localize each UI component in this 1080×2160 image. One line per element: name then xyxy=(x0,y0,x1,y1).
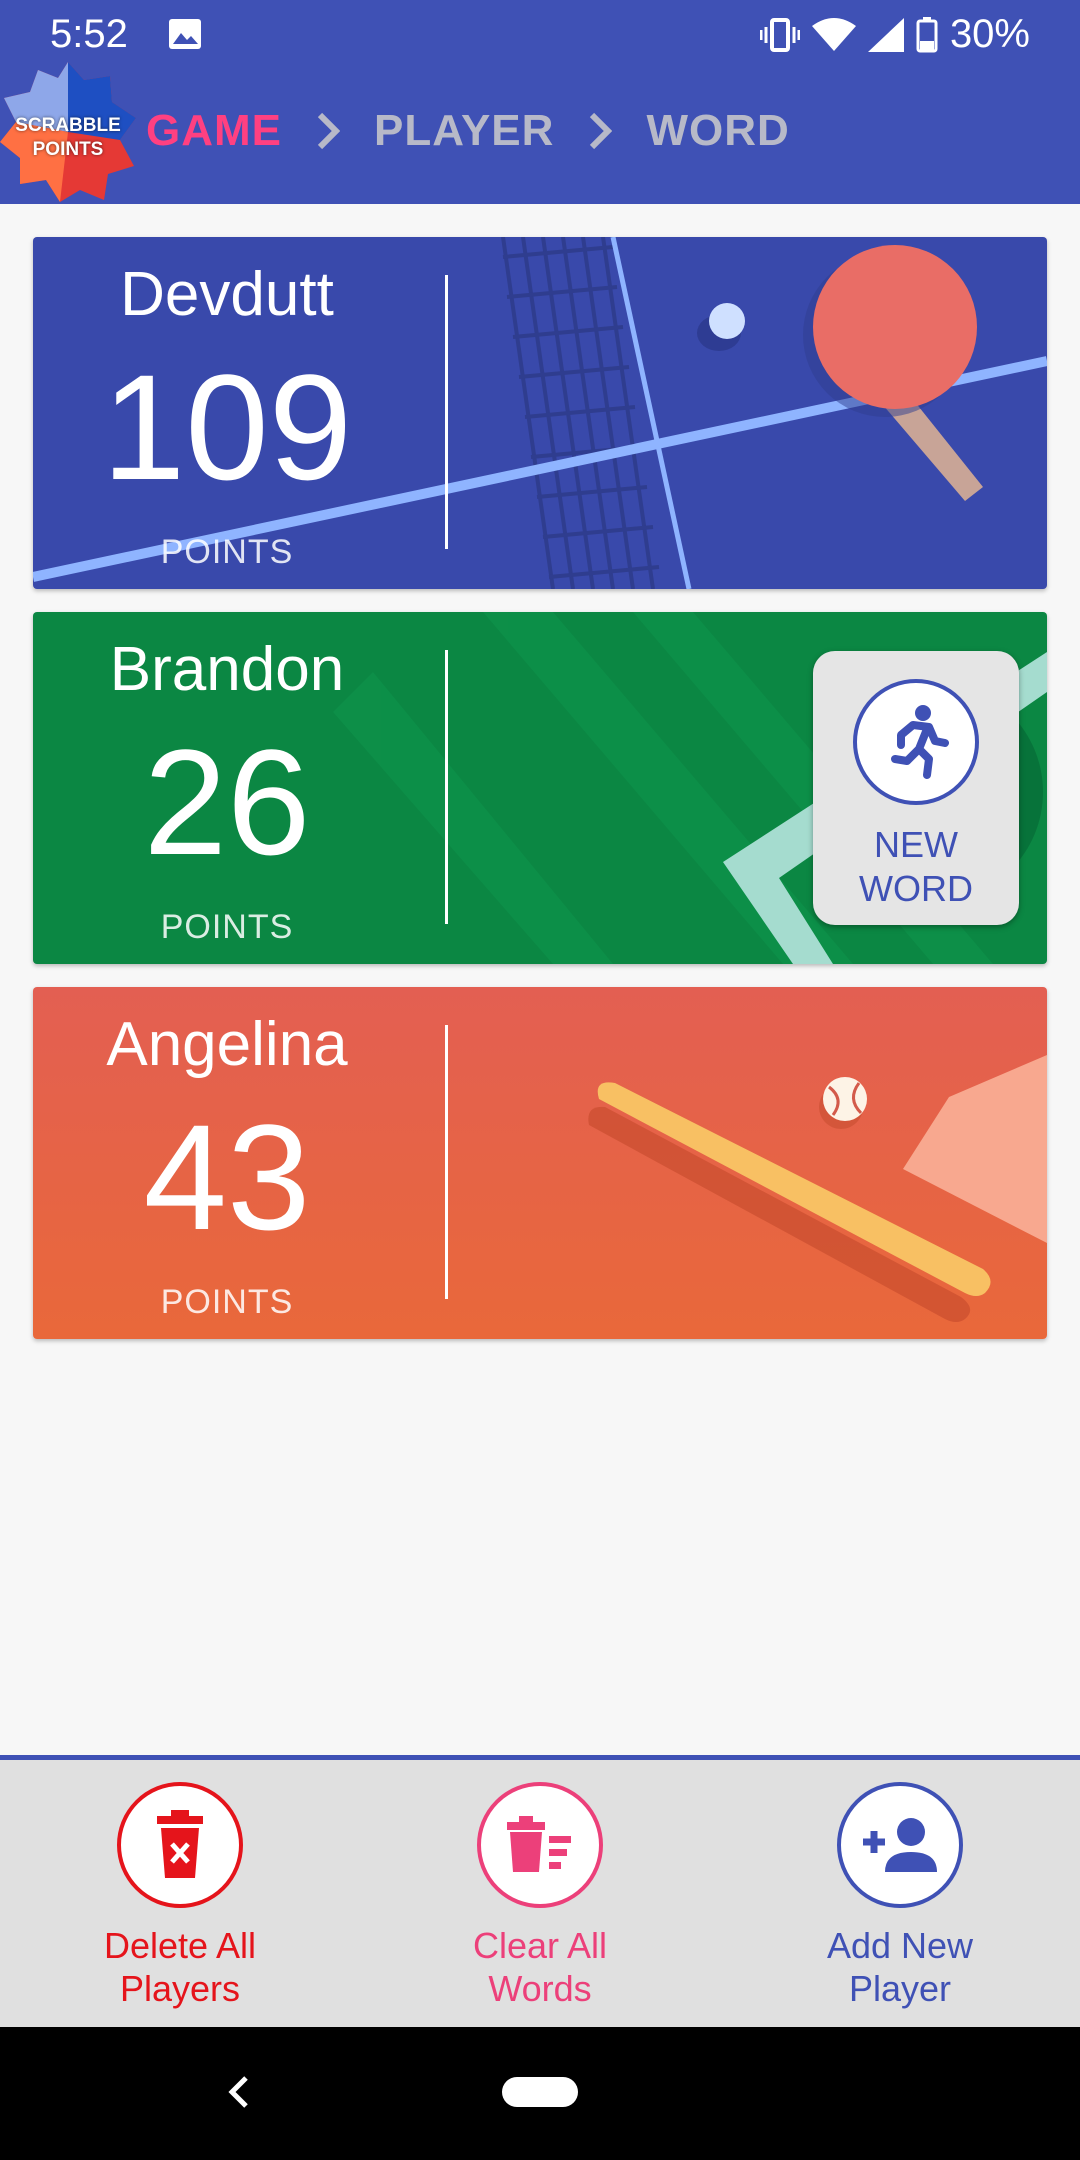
clear-list-icon xyxy=(477,1782,603,1908)
chevron-right-icon xyxy=(317,112,340,150)
player-name: Devdutt xyxy=(120,260,334,329)
add-new-player-button[interactable]: Add New Player xyxy=(750,1782,1050,2010)
player-score: 43 xyxy=(143,1093,311,1261)
add-person-icon xyxy=(837,1782,963,1908)
back-icon[interactable] xyxy=(226,2072,250,2112)
divider xyxy=(445,1025,448,1299)
chevron-right-icon xyxy=(590,112,613,150)
player-score: 26 xyxy=(143,718,311,886)
delete-all-players-label: Delete All Players xyxy=(103,1925,257,2009)
image-icon xyxy=(169,19,201,49)
player-score: 109 xyxy=(101,343,353,511)
delete-all-players-button[interactable]: Delete All Players xyxy=(30,1782,330,2010)
breadcrumb-player[interactable]: PLAYER xyxy=(374,106,554,156)
logo-text: SCRABBLE POINTS xyxy=(15,115,121,160)
signal-icon xyxy=(867,17,904,52)
bottom-action-bar: Delete All Players Clear All Words Add N… xyxy=(0,1755,1080,2027)
points-label: POINTS xyxy=(160,533,294,571)
breadcrumb: GAME PLAYER WORD xyxy=(146,106,790,156)
running-person-icon xyxy=(853,679,979,805)
breadcrumb-word[interactable]: WORD xyxy=(646,106,789,156)
app-bar: 5:52 30% SCRABBLE POINTS GAME PLAYER WOR… xyxy=(0,0,1080,204)
points-label: POINTS xyxy=(160,908,294,946)
clear-all-words-button[interactable]: Clear All Words xyxy=(390,1782,690,2010)
player-name: Brandon xyxy=(109,635,345,704)
player-card[interactable]: Brandon 26 POINTS NEW WORD xyxy=(33,612,1047,964)
divider xyxy=(445,275,448,549)
breadcrumb-game[interactable]: GAME xyxy=(146,106,282,156)
battery-icon xyxy=(916,16,938,52)
status-bar: 5:52 30% xyxy=(0,0,1080,70)
battery-percent: 30% xyxy=(949,12,1030,56)
new-word-button[interactable]: NEW WORD xyxy=(813,651,1019,925)
clear-all-words-label: Clear All Words xyxy=(472,1925,608,2009)
player-card[interactable]: Angelina 43 POINTS xyxy=(33,987,1047,1339)
vibrate-icon xyxy=(759,17,800,52)
status-icons: 30% xyxy=(759,12,1030,57)
wifi-icon xyxy=(811,17,856,51)
status-time: 5:52 xyxy=(50,12,128,56)
new-word-label: NEW WORD xyxy=(859,824,973,909)
app-logo[interactable]: SCRABBLE POINTS xyxy=(0,62,136,202)
add-new-player-label: Add New Player xyxy=(826,1925,974,2009)
points-label: POINTS xyxy=(160,1283,294,1321)
player-name: Angelina xyxy=(106,1010,348,1079)
divider xyxy=(445,650,448,924)
delete-icon xyxy=(117,1782,243,1908)
home-pill[interactable] xyxy=(502,2077,578,2107)
system-nav-bar xyxy=(0,2027,1080,2160)
player-card[interactable]: Devdutt 109 POINTS xyxy=(33,237,1047,589)
